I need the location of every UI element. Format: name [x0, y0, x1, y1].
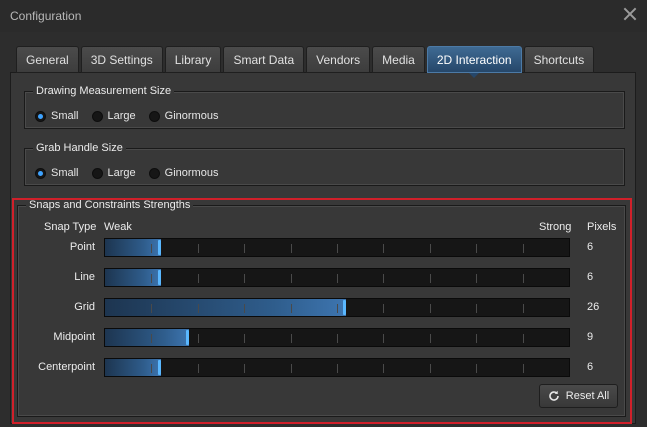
radio-dot[interactable]	[35, 110, 46, 122]
title-bar: Configuration	[0, 0, 647, 32]
radio-dot[interactable]	[148, 110, 160, 122]
tab-2d-interaction[interactable]: 2D Interaction	[426, 46, 522, 78]
radio-dot[interactable]	[91, 110, 103, 122]
drawing-measurement-group: Drawing Measurement Size Small Large Gin…	[24, 85, 625, 129]
tab-smart-data[interactable]: Smart Data	[223, 46, 305, 73]
group-title: Grab Handle Size	[33, 142, 126, 154]
tab-library[interactable]: Library	[164, 46, 222, 73]
highlight-box	[12, 198, 632, 424]
tab-3d-settings[interactable]: 3D Settings	[80, 46, 163, 73]
radio-label: Ginormous	[164, 110, 219, 122]
radio-large[interactable]: Large	[91, 167, 136, 179]
radio-ginormous[interactable]: Ginormous	[148, 110, 219, 122]
tab-media[interactable]: Media	[372, 46, 425, 73]
grab-handle-group: Grab Handle Size Small Large Ginormous	[24, 142, 625, 186]
radio-group: Small Large Ginormous	[35, 110, 231, 122]
radio-ginormous[interactable]: Ginormous	[148, 167, 219, 179]
group-title: Drawing Measurement Size	[33, 85, 175, 97]
window-title: Configuration	[10, 9, 82, 23]
radio-dot[interactable]	[35, 167, 46, 179]
close-icon[interactable]	[623, 7, 637, 21]
radio-large[interactable]: Large	[91, 110, 136, 122]
radio-label: Large	[107, 167, 136, 179]
radio-dot[interactable]	[148, 167, 160, 179]
tab-bar: General 3D Settings Library Smart Data V…	[16, 46, 595, 78]
radio-label: Large	[107, 110, 136, 122]
radio-small[interactable]: Small	[35, 110, 79, 122]
tab-vendors[interactable]: Vendors	[306, 46, 371, 73]
radio-dot[interactable]	[91, 167, 103, 179]
radio-label: Small	[51, 110, 79, 122]
radio-small[interactable]: Small	[35, 167, 79, 179]
radio-group: Small Large Ginormous	[35, 167, 231, 179]
radio-label: Small	[51, 167, 79, 179]
radio-label: Ginormous	[164, 167, 219, 179]
tab-shortcuts[interactable]: Shortcuts	[523, 46, 595, 73]
tab-general[interactable]: General	[16, 46, 79, 73]
